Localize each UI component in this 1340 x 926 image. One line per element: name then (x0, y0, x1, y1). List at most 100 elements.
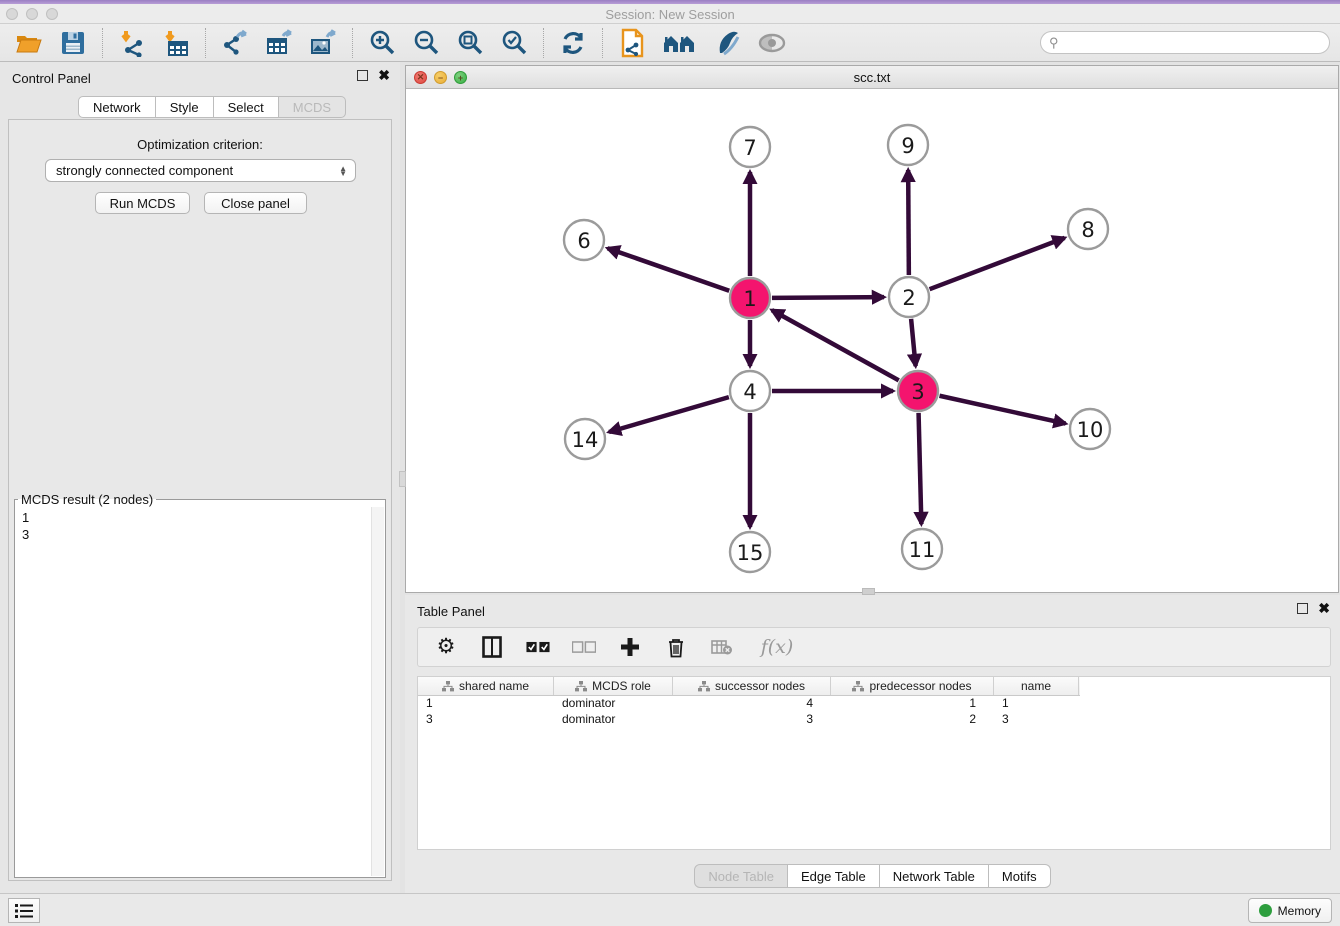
graph-node-10[interactable]: 10 (1070, 409, 1110, 449)
graph-node-1[interactable]: 1 (730, 278, 770, 318)
edge-2-3[interactable] (911, 319, 916, 366)
memory-button[interactable]: Memory (1248, 898, 1332, 923)
node-label: 6 (577, 229, 590, 253)
export-image-button[interactable] (308, 28, 338, 58)
zoom-out-icon (413, 29, 440, 56)
network-window-titlebar[interactable]: ✕ − + scc.txt (406, 66, 1338, 89)
network-canvas[interactable]: 1 2 3 4 6 7 8 9 10 11 14 15 (406, 89, 1338, 592)
cell-MCDS-role[interactable]: dominator (554, 696, 673, 712)
graph-node-3[interactable]: 3 (898, 371, 938, 411)
optimization-criterion-select[interactable]: strongly connected component ▲▼ (45, 159, 356, 182)
delete-column-button[interactable] (664, 634, 688, 660)
graph-node-6[interactable]: 6 (564, 220, 604, 260)
save-icon (60, 30, 86, 56)
graph-node-11[interactable]: 11 (902, 529, 942, 569)
delete-table-icon (711, 639, 733, 655)
cell-successor-nodes[interactable]: 4 (673, 696, 831, 712)
zoom-in-icon (369, 29, 396, 56)
cell-shared-name[interactable]: 3 (418, 712, 554, 728)
create-column-button[interactable] (618, 634, 642, 660)
close-panel-icon[interactable]: ✖ (378, 70, 390, 81)
float-panel-icon[interactable] (357, 70, 368, 81)
graph-node-2[interactable]: 2 (889, 277, 929, 317)
close-panel-button[interactable]: Close panel (204, 192, 307, 214)
open-folder-icon (15, 31, 43, 55)
status-bar: Memory (0, 893, 1340, 926)
table-settings-button[interactable]: ⚙ (434, 634, 458, 660)
column-header-successor-nodes[interactable]: successor nodes (673, 677, 831, 695)
edge-1-6[interactable] (608, 248, 730, 290)
select-all-columns-button[interactable] (526, 634, 550, 660)
result-scrollbar[interactable] (371, 507, 384, 876)
edge-3-1[interactable] (772, 310, 899, 380)
export-table-icon (265, 29, 293, 57)
float-panel-icon[interactable] (1297, 603, 1308, 614)
graph-node-4[interactable]: 4 (730, 371, 770, 411)
cell-predecessor-nodes[interactable]: 1 (831, 696, 994, 712)
edge-3-10[interactable] (939, 396, 1065, 424)
network-resize-grip[interactable] (862, 588, 875, 595)
first-neighbors-button[interactable] (661, 28, 699, 58)
close-panel-icon[interactable]: ✖ (1318, 603, 1330, 614)
column-type-icon (852, 681, 864, 692)
graph-node-7[interactable]: 7 (730, 127, 770, 167)
unselect-all-columns-button[interactable] (572, 634, 596, 660)
cell-predecessor-nodes[interactable]: 2 (831, 712, 994, 728)
node-label: 4 (743, 380, 756, 404)
search-input[interactable] (1063, 36, 1321, 50)
edge-1-2[interactable] (772, 297, 884, 298)
cell-shared-name[interactable]: 1 (418, 696, 554, 712)
save-session-button[interactable] (58, 28, 88, 58)
import-table-button[interactable] (161, 28, 191, 58)
open-session-button[interactable] (14, 28, 44, 58)
column-header-name[interactable]: name (994, 677, 1079, 695)
graph-node-9[interactable]: 9 (888, 125, 928, 165)
zoom-in-button[interactable] (367, 28, 397, 58)
tab-network[interactable]: Network (78, 96, 156, 118)
task-history-button[interactable] (8, 898, 40, 923)
tab-motifs[interactable]: Motifs (989, 864, 1051, 888)
run-mcds-button[interactable]: Run MCDS (95, 192, 190, 214)
chevron-up-down-icon: ▲▼ (339, 166, 347, 176)
tab-network-table[interactable]: Network Table (880, 864, 989, 888)
tab-style[interactable]: Style (156, 96, 214, 118)
zoom-selected-button[interactable] (499, 28, 529, 58)
table-row[interactable]: 1dominator411 (418, 696, 1330, 712)
import-network-button[interactable] (117, 28, 147, 58)
hide-selected-button[interactable] (757, 28, 787, 58)
edge-2-9[interactable] (908, 170, 909, 275)
export-network-button[interactable] (220, 28, 250, 58)
table-row[interactable]: 3dominator323 (418, 712, 1330, 728)
new-network-from-selection-button[interactable] (617, 28, 647, 58)
edge-4-14[interactable] (609, 397, 729, 432)
column-header-MCDS-role[interactable]: MCDS role (554, 677, 673, 695)
tab-select[interactable]: Select (214, 96, 279, 118)
zoom-fit-button[interactable] (455, 28, 485, 58)
tab-edge-table[interactable]: Edge Table (788, 864, 880, 888)
zoom-out-button[interactable] (411, 28, 441, 58)
refresh-button[interactable] (558, 28, 588, 58)
cell-successor-nodes[interactable]: 3 (673, 712, 831, 728)
edge-2-8[interactable] (930, 238, 1065, 289)
show-columns-button[interactable] (480, 634, 504, 660)
search-field[interactable]: ⚲ (1040, 31, 1330, 54)
tab-node-table[interactable]: Node Table (694, 864, 788, 888)
cell-name[interactable]: 1 (994, 696, 1079, 712)
cell-name[interactable]: 3 (994, 712, 1079, 728)
function-builder-button[interactable]: f(x) (756, 634, 798, 660)
graph-node-14[interactable]: 14 (565, 419, 605, 459)
export-table-button[interactable] (264, 28, 294, 58)
tab-mcds[interactable]: MCDS (279, 96, 346, 118)
paint-style-button[interactable] (713, 28, 743, 58)
column-header-predecessor-nodes[interactable]: predecessor nodes (831, 677, 994, 695)
export-network-icon (221, 29, 249, 57)
splitter-grip[interactable] (399, 471, 406, 487)
mcds-result-text[interactable]: 1 3 (16, 507, 371, 876)
cell-MCDS-role[interactable]: dominator (554, 712, 673, 728)
column-header-shared-name[interactable]: shared name (418, 677, 554, 695)
graph-node-8[interactable]: 8 (1068, 209, 1108, 249)
edge-3-11[interactable] (919, 413, 922, 524)
delete-table-button[interactable] (710, 634, 734, 660)
optimization-criterion-label: Optimization criterion: (9, 137, 391, 152)
graph-node-15[interactable]: 15 (730, 532, 770, 572)
